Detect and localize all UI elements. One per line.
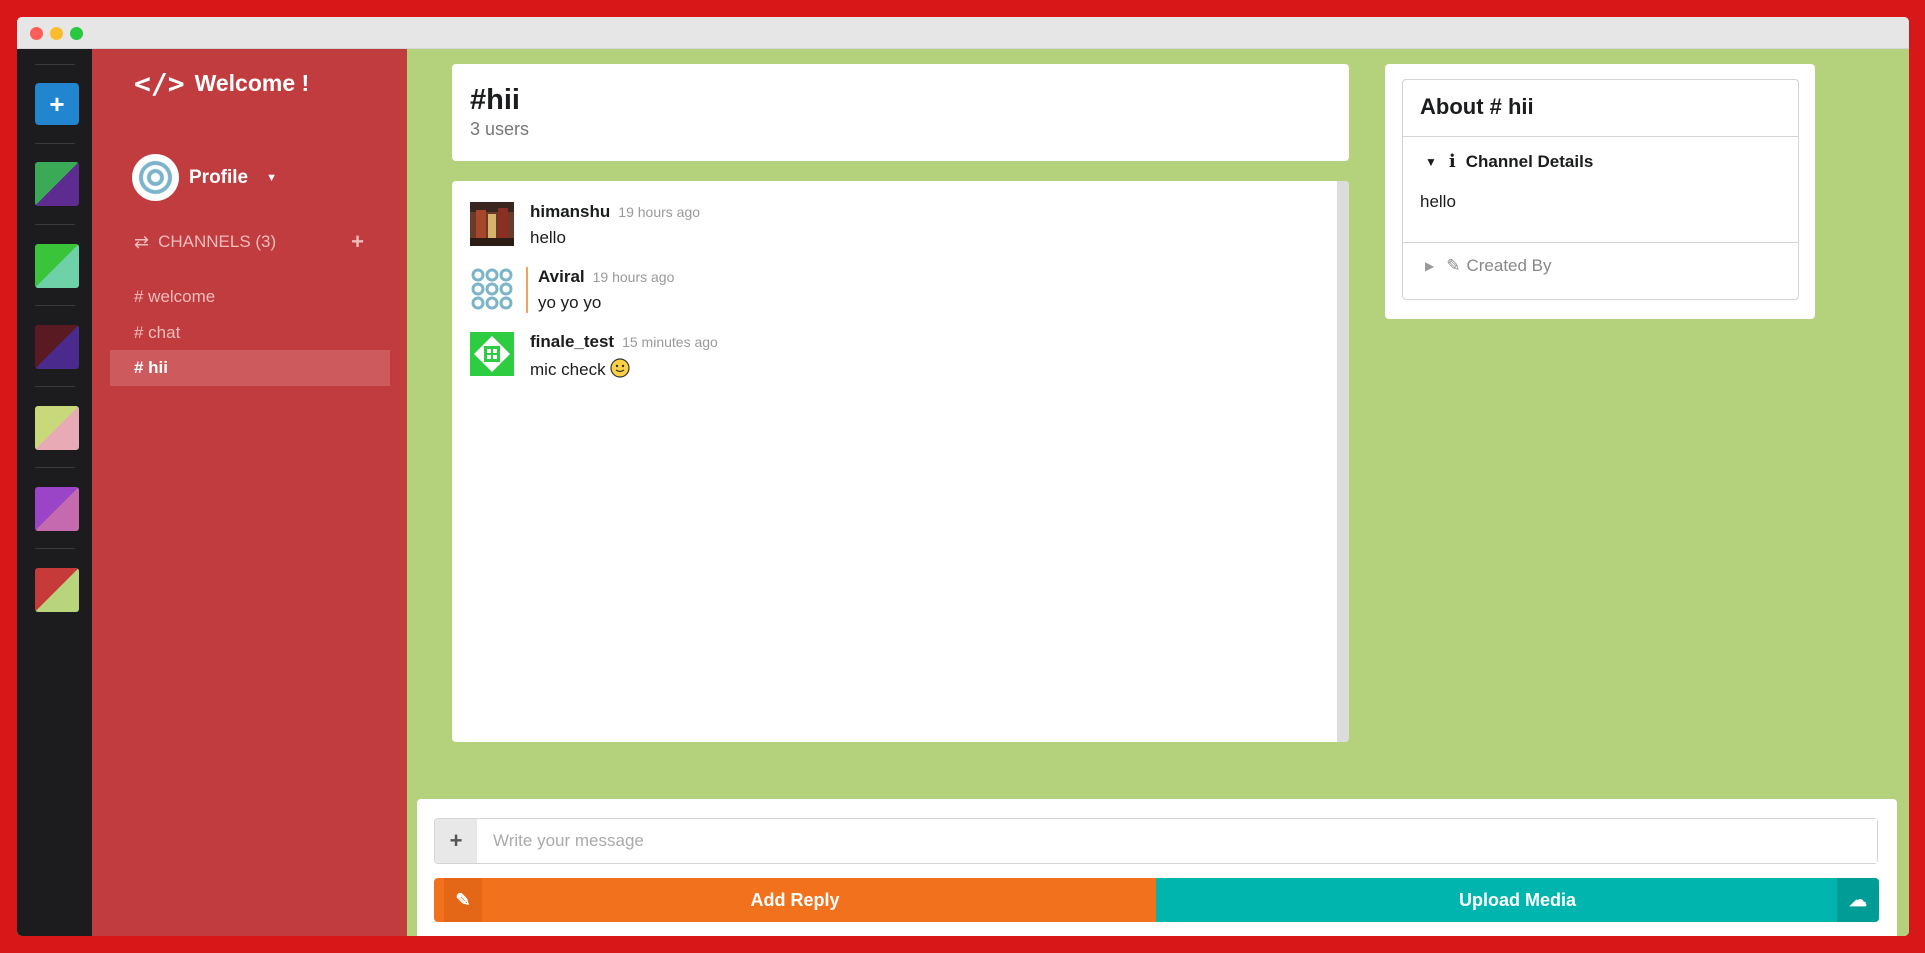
message-timestamp: 19 hours ago: [618, 204, 701, 220]
created-by-toggle[interactable]: ▶ ✎ Created By: [1403, 243, 1798, 276]
message-input-group: +: [434, 818, 1878, 864]
channel-details-toggle[interactable]: ▼ i Channel Details: [1403, 137, 1798, 172]
rail-divider: [35, 467, 75, 468]
color-swatch[interactable]: [35, 244, 79, 288]
about-accordion: About # hii ▼ i Channel Details hello ▶ …: [1402, 79, 1799, 300]
caret-down-icon: ▼: [266, 171, 278, 184]
channel-details-label: Channel Details: [1465, 151, 1594, 171]
rail-divider: [35, 143, 75, 144]
message-composer: + ✎ Add Reply Upload Media ☁: [417, 799, 1897, 936]
maximize-window-button[interactable]: [70, 27, 83, 40]
rail-divider: [35, 548, 75, 549]
avatar: [470, 332, 514, 376]
color-swatch[interactable]: [35, 325, 79, 369]
message-author: finale_test: [530, 332, 615, 351]
channel-header: #hii 3 users: [452, 64, 1349, 161]
rail-divider: [35, 386, 75, 387]
avatar: [132, 154, 179, 201]
app-window: + </> Welcome ! Profile ▼ ⇄ CHANNELS (3)…: [17, 17, 1909, 936]
exchange-icon: ⇄: [134, 231, 150, 252]
avatar: [470, 267, 514, 311]
scrollbar[interactable]: [1337, 181, 1349, 742]
about-title: About # hii: [1403, 80, 1798, 137]
cloud-upload-icon: ☁: [1837, 878, 1879, 922]
message-timestamp: 19 hours ago: [592, 269, 675, 285]
add-channel-icon[interactable]: +: [351, 229, 364, 255]
message-text: hello: [530, 228, 566, 247]
channel-user-count: 3 users: [470, 119, 530, 139]
app-content: + </> Welcome ! Profile ▼ ⇄ CHANNELS (3)…: [17, 49, 1909, 936]
caret-right-icon: ▶: [1425, 259, 1435, 273]
edit-icon: ✎: [444, 878, 482, 922]
message-author: himanshu: [530, 202, 611, 221]
channels-count: CHANNELS (3): [158, 232, 277, 251]
message-text-content: mic check: [530, 360, 606, 379]
pencil-icon: ✎: [1446, 256, 1461, 275]
code-icon: </>: [134, 67, 185, 100]
close-window-button[interactable]: [30, 27, 43, 40]
channel-item-welcome[interactable]: # welcome: [110, 279, 390, 315]
info-icon: i: [1448, 151, 1456, 172]
channel-item-chat[interactable]: # chat: [110, 315, 390, 351]
sidebar: </> Welcome ! Profile ▼ ⇄ CHANNELS (3) +…: [92, 49, 407, 936]
color-rail: +: [17, 49, 92, 936]
message-item: Aviral 19 hours ago yo yo yo: [470, 267, 674, 313]
created-by-label: Created By: [1466, 256, 1552, 275]
channel-item-hii[interactable]: # hii: [110, 350, 390, 386]
message-timestamp: 15 minutes ago: [622, 334, 718, 350]
color-swatch[interactable]: [35, 568, 79, 612]
brand: </> Welcome !: [134, 67, 309, 100]
color-swatch[interactable]: [35, 162, 79, 206]
upload-media-label: Upload Media: [1458, 890, 1576, 910]
message-text: mic check: [530, 358, 718, 380]
upload-media-button[interactable]: Upload Media ☁: [1156, 878, 1879, 922]
about-panel: About # hii ▼ i Channel Details hello ▶ …: [1385, 64, 1815, 319]
rail-divider: [35, 64, 75, 65]
smile-icon: [610, 358, 630, 378]
caret-down-icon: ▼: [1425, 154, 1437, 169]
message-text: yo yo yo: [538, 293, 602, 312]
avatar: [470, 202, 514, 246]
rail-divider: [35, 224, 75, 225]
add-color-button[interactable]: +: [35, 83, 79, 125]
add-attachment-button[interactable]: +: [435, 819, 477, 863]
message-item: finale_test 15 minutes ago mic check: [470, 332, 718, 380]
add-reply-label: Add Reply: [750, 890, 840, 910]
message-list[interactable]: himanshu 19 hours ago hello Aviral 19 ho…: [452, 181, 1349, 742]
profile-label: Profile: [189, 166, 249, 188]
rail-divider: [35, 305, 75, 306]
profile-dropdown[interactable]: Profile ▼: [132, 154, 277, 201]
title-bar: [17, 17, 1909, 49]
add-reply-button[interactable]: ✎ Add Reply: [434, 878, 1156, 922]
message-item: himanshu 19 hours ago hello: [470, 202, 700, 248]
color-swatch[interactable]: [35, 406, 79, 450]
minimize-window-button[interactable]: [50, 27, 63, 40]
brand-title: Welcome !: [194, 70, 310, 96]
channel-title: #hii: [470, 84, 520, 116]
message-input[interactable]: [477, 819, 1877, 863]
color-swatch[interactable]: [35, 487, 79, 531]
channel-details-text: hello: [1420, 192, 1456, 211]
message-author: Aviral: [538, 267, 585, 286]
channels-header: ⇄ CHANNELS (3) +: [134, 229, 364, 255]
